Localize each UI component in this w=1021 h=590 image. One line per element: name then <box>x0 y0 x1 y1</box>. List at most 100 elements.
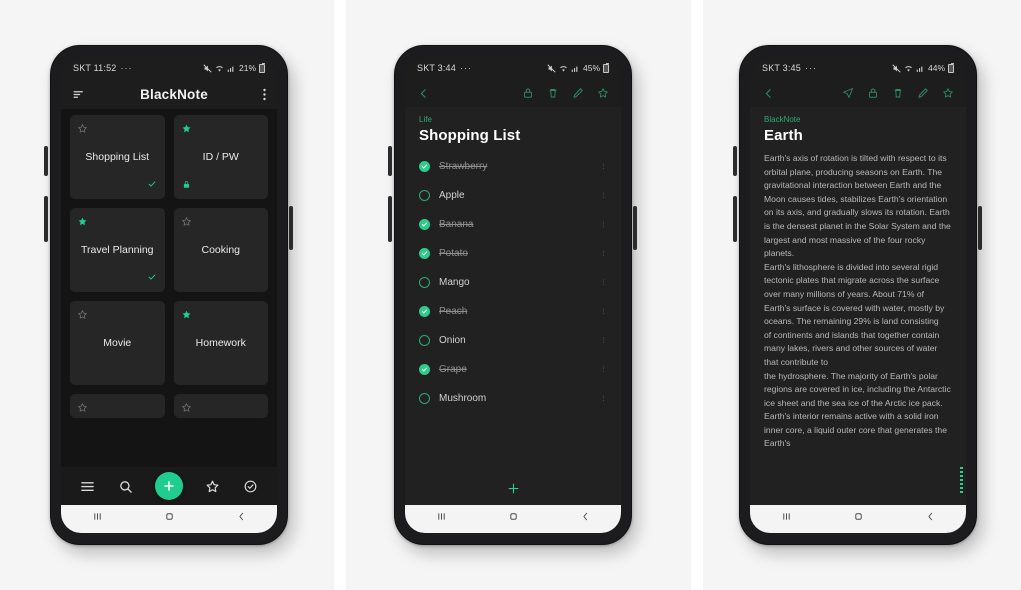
star-icon[interactable] <box>597 87 609 99</box>
checklist-item[interactable]: Onion ⋮ <box>419 326 607 355</box>
mute-icon <box>547 63 556 73</box>
note-card[interactable]: ID / PW <box>173 115 268 199</box>
home-button[interactable] <box>507 510 520 528</box>
lock-icon[interactable] <box>522 87 534 99</box>
checklist-item[interactable]: Banana ⋮ <box>419 210 607 239</box>
add-item-icon[interactable] <box>506 481 521 496</box>
drag-handle-icon[interactable]: ⋮ <box>600 221 607 228</box>
pencil-icon[interactable] <box>572 87 584 99</box>
note-card[interactable] <box>70 394 165 418</box>
star-icon[interactable] <box>181 214 192 232</box>
note-title-2: Shopping List <box>419 127 521 144</box>
checkbox-checked-icon[interactable] <box>419 219 430 230</box>
checklist: Strawberry ⋮ Apple ⋮ Banana ⋮ Potato ⋮ Mango ⋮ Pea… <box>419 152 607 413</box>
kebab-icon[interactable] <box>263 88 266 101</box>
note-actions-2 <box>522 87 609 99</box>
power-button[interactable] <box>978 206 982 250</box>
checkbox-icon[interactable] <box>419 393 430 404</box>
drag-handle-icon[interactable]: ⋮ <box>600 366 607 373</box>
category-tag-3[interactable]: BlackNote <box>764 115 952 124</box>
star-icon[interactable] <box>181 121 192 139</box>
drag-handle-icon[interactable]: ⋮ <box>600 337 607 344</box>
checkbox-checked-icon[interactable] <box>419 161 430 172</box>
note-card[interactable] <box>173 394 268 418</box>
star-icon[interactable] <box>181 307 192 325</box>
recents-button[interactable] <box>780 510 793 528</box>
battery-icon-1 <box>259 62 265 73</box>
note-card[interactable]: Movie <box>70 301 165 385</box>
checkbox-icon[interactable] <box>419 277 430 288</box>
star-icon[interactable] <box>77 214 88 232</box>
trash-icon[interactable] <box>892 87 904 99</box>
checklist-item[interactable]: Apple ⋮ <box>419 181 607 210</box>
battery-icon-3 <box>948 62 954 73</box>
scroll-indicator[interactable] <box>960 467 963 493</box>
power-button[interactable] <box>289 206 293 250</box>
category-tag-2[interactable]: Life <box>419 115 607 124</box>
status-more-icon: ··· <box>459 63 472 73</box>
drag-handle-icon[interactable]: ⋮ <box>600 192 607 199</box>
status-left-2: SKT 3:44 ··· <box>417 63 472 73</box>
drag-handle-icon[interactable]: ⋮ <box>600 395 607 402</box>
volume-up-button[interactable] <box>44 146 48 176</box>
checkbox-checked-icon[interactable] <box>419 364 430 375</box>
back-chevron-icon[interactable] <box>417 87 430 100</box>
drag-handle-icon[interactable]: ⋮ <box>600 250 607 257</box>
checklist-item[interactable]: Peach ⋮ <box>419 297 607 326</box>
checkbox-checked-icon[interactable] <box>419 306 430 317</box>
add-item-bar[interactable] <box>405 471 621 505</box>
drag-handle-icon[interactable]: ⋮ <box>600 163 607 170</box>
checkbox-checked-icon[interactable] <box>419 248 430 259</box>
status-bar-1: SKT 11:52 ··· 21% <box>61 57 277 79</box>
drag-handle-icon[interactable]: ⋮ <box>600 279 607 286</box>
checklist-item[interactable]: Mango ⋮ <box>419 268 607 297</box>
add-note-fab[interactable] <box>154 472 183 500</box>
back-chevron-icon[interactable] <box>762 87 775 100</box>
star-icon[interactable] <box>181 400 192 418</box>
checklist-item[interactable]: Grape ⋮ <box>419 355 607 384</box>
star-icon[interactable] <box>77 121 88 139</box>
status-right-1: 21% <box>203 62 265 73</box>
back-button[interactable] <box>579 510 592 528</box>
send-icon[interactable] <box>842 87 854 99</box>
trash-icon[interactable] <box>547 87 559 99</box>
star-icon[interactable] <box>205 479 220 494</box>
checkbox-icon[interactable] <box>419 190 430 201</box>
note-card[interactable]: Cooking <box>173 208 268 292</box>
volume-down-button[interactable] <box>388 196 392 242</box>
checklist-item[interactable]: Strawberry ⋮ <box>419 152 607 181</box>
star-icon[interactable] <box>942 87 954 99</box>
checklist-item[interactable]: Potato ⋮ <box>419 239 607 268</box>
volume-down-button[interactable] <box>44 196 48 242</box>
volume-up-button[interactable] <box>388 146 392 176</box>
check-circle-icon[interactable] <box>243 479 258 494</box>
note-card[interactable]: Homework <box>173 301 268 385</box>
drag-handle-icon[interactable]: ⋮ <box>600 308 607 315</box>
article-text[interactable]: Earth's axis of rotation is tilted with … <box>764 152 952 451</box>
search-icon[interactable] <box>118 479 133 494</box>
note-card[interactable]: Shopping List <box>70 115 165 199</box>
phone-frame-2: SKT 3:44 ··· 45% Life Shopping List Stra… <box>388 45 637 545</box>
home-button[interactable] <box>852 510 865 528</box>
article-paragraph: the hydrosphere. The majority of Earth's… <box>764 370 951 449</box>
star-icon[interactable] <box>77 307 88 325</box>
home-button[interactable] <box>163 510 176 528</box>
back-button[interactable] <box>235 510 248 528</box>
recents-button[interactable] <box>91 510 104 528</box>
carrier-time-2: SKT 3:44 <box>417 63 456 73</box>
checkbox-icon[interactable] <box>419 335 430 346</box>
lock-icon[interactable] <box>867 87 879 99</box>
checklist-item-label: Potato <box>439 248 468 259</box>
power-button[interactable] <box>633 206 637 250</box>
back-button[interactable] <box>924 510 937 528</box>
recents-button[interactable] <box>435 510 448 528</box>
pencil-icon[interactable] <box>917 87 929 99</box>
volume-down-button[interactable] <box>733 196 737 242</box>
volume-up-button[interactable] <box>733 146 737 176</box>
menu-icon[interactable] <box>80 479 95 494</box>
star-icon[interactable] <box>77 400 88 418</box>
note-card[interactable]: Travel Planning <box>70 208 165 292</box>
checklist-item[interactable]: Mushroom ⋮ <box>419 384 607 413</box>
phone-screen-3: SKT 3:45 ··· 44% BlackNote Earth Earth's… <box>750 57 966 533</box>
sort-icon[interactable] <box>72 88 85 101</box>
